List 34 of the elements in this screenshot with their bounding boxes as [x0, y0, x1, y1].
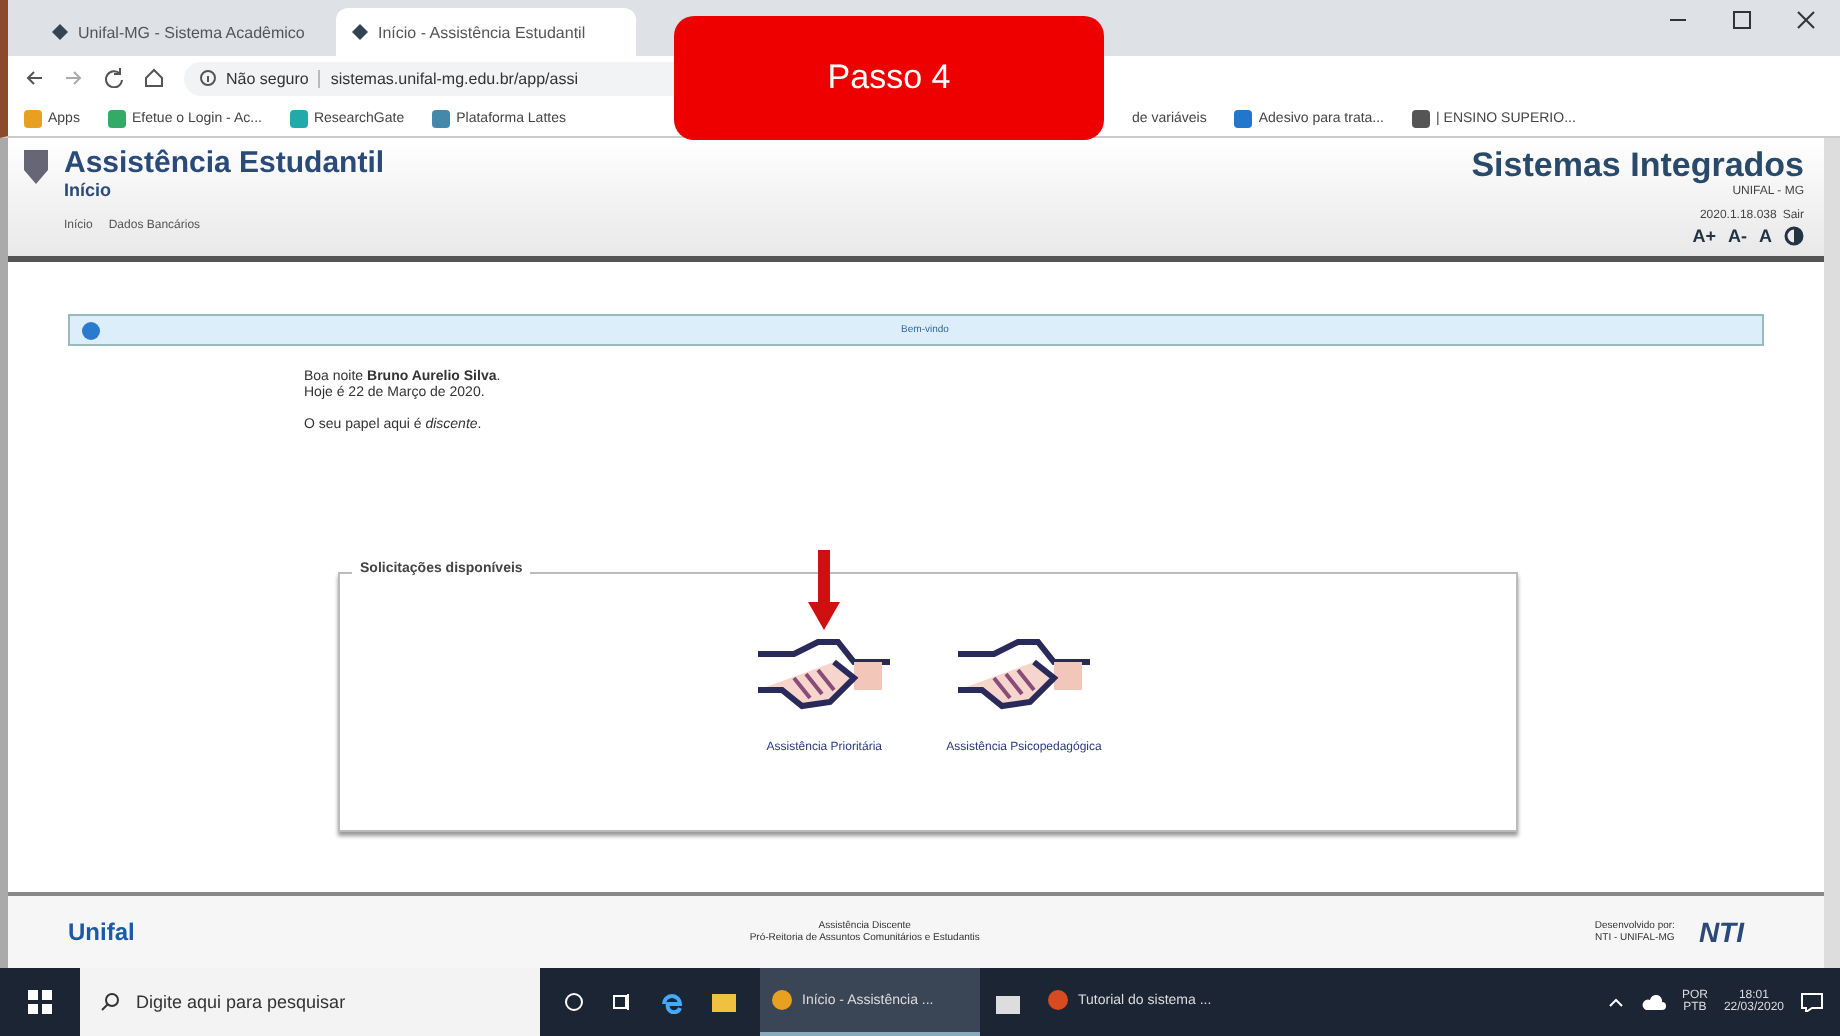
info-icon — [200, 70, 216, 86]
back-icon[interactable] — [24, 68, 44, 88]
info-icon — [82, 321, 100, 339]
brand-title: Sistemas Integrados — [1471, 146, 1804, 185]
app-icon — [1048, 990, 1068, 1010]
font-size-button[interactable]: A+ — [1692, 226, 1716, 246]
handshake-icon — [754, 634, 895, 714]
handshake-icon — [954, 634, 1094, 714]
contrast-icon[interactable] — [1784, 226, 1804, 246]
maximize-icon[interactable] — [1732, 10, 1752, 30]
windows-start-icon[interactable] — [28, 990, 52, 1014]
app-title: Assistência Estudantil — [64, 146, 385, 180]
footer-logo: Unifal — [68, 918, 135, 946]
step-callout-toast: Passo 4 — [674, 16, 1104, 140]
close-icon[interactable] — [1796, 10, 1816, 30]
browser-tab[interactable]: Início - Assistência Estudantil — [336, 8, 636, 56]
nti-logo: NTI — [1698, 916, 1744, 948]
home-icon[interactable] — [144, 68, 164, 88]
font-size-button[interactable]: A — [1759, 226, 1772, 246]
favicon-icon — [52, 24, 68, 40]
folder-icon[interactable] — [712, 992, 736, 1012]
cloud-icon[interactable] — [1641, 992, 1666, 1012]
browser-tab[interactable]: Unifal-MG - Sistema Acadêmico — [36, 8, 336, 56]
reload-icon[interactable] — [104, 68, 124, 88]
app-icon — [772, 990, 792, 1010]
taskbar-search-field[interactable]: Digite aqui para pesquisar — [80, 968, 540, 1036]
font-size-button[interactable]: A- — [1728, 226, 1747, 246]
task-view-icon[interactable] — [612, 992, 632, 1012]
notification-icon[interactable] — [1800, 992, 1824, 1012]
edge-browser-icon[interactable] — [660, 990, 684, 1014]
favicon-icon — [352, 24, 368, 40]
crest-icon — [20, 146, 52, 186]
page-subtitle: Início — [64, 180, 114, 200]
search-icon — [100, 992, 120, 1012]
